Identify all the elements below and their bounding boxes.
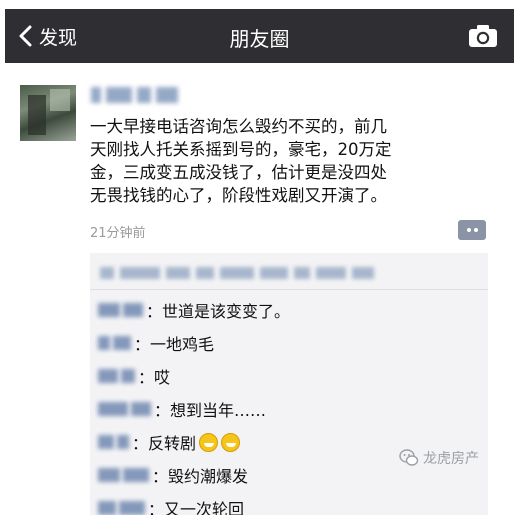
page-title: 朋友圈 xyxy=(229,27,290,51)
commenter-name-blurred[interactable] xyxy=(98,402,151,416)
commenter-name-blurred[interactable] xyxy=(98,501,145,515)
comment-text: ：世道是该变变了。 xyxy=(146,302,291,321)
navbar: 发现 朋友圈 xyxy=(5,9,514,63)
camera-icon[interactable] xyxy=(468,24,498,48)
comment-dots-icon[interactable] xyxy=(458,220,486,240)
commenter-name-blurred[interactable] xyxy=(98,303,143,317)
username-blurred[interactable] xyxy=(91,85,187,105)
grin-emoji-icon xyxy=(221,432,241,452)
watermark-text: 龙虎房产 xyxy=(423,451,479,467)
comment-row[interactable]: ：一地鸡毛 xyxy=(98,330,214,356)
watermark: 龙虎房产 xyxy=(399,448,479,468)
grin-emoji-icon xyxy=(199,432,219,452)
post-time: 21分钟前 xyxy=(90,226,146,241)
comment-row[interactable]: ：世道是该变变了。 xyxy=(98,297,290,323)
comment-text: ：反转剧 xyxy=(132,434,197,453)
comment-row[interactable]: ：哎 xyxy=(98,363,170,389)
commenter-name-blurred[interactable] xyxy=(98,336,131,350)
comment-row[interactable]: ：想到当年…… xyxy=(98,396,266,422)
comment-text: ：毁约潮爆发 xyxy=(152,467,249,486)
comment-row[interactable]: ：反转剧 xyxy=(98,429,241,455)
post-text: 一大早接电话咨询怎么毁约不买的，前几 天刚找人托关系摇到号的，豪宅，20万定 金… xyxy=(90,117,392,205)
commenter-name-blurred[interactable] xyxy=(98,369,135,383)
comment-row[interactable]: ：毁约潮爆发 xyxy=(98,462,248,488)
commenter-name-blurred[interactable] xyxy=(98,468,149,482)
comment-text: ：想到当年…… xyxy=(154,401,267,420)
comments-panel: ：世道是该变变了。 ：一地鸡毛 ：哎 ：想到当年…… ：反转剧 ：毁约潮爆发 ：… xyxy=(90,253,488,515)
comment-text: ：又一次轮回 xyxy=(148,500,245,515)
avatar[interactable] xyxy=(20,85,76,141)
comment-row[interactable]: ：又一次轮回 xyxy=(98,495,244,515)
comment-text: ：哎 xyxy=(138,368,171,387)
commenter-name-blurred[interactable] xyxy=(98,435,129,449)
divider xyxy=(90,289,488,290)
comment-text: ：一地鸡毛 xyxy=(134,335,215,354)
wechat-logo-icon xyxy=(399,449,419,466)
likes-row-blurred[interactable] xyxy=(100,263,480,283)
